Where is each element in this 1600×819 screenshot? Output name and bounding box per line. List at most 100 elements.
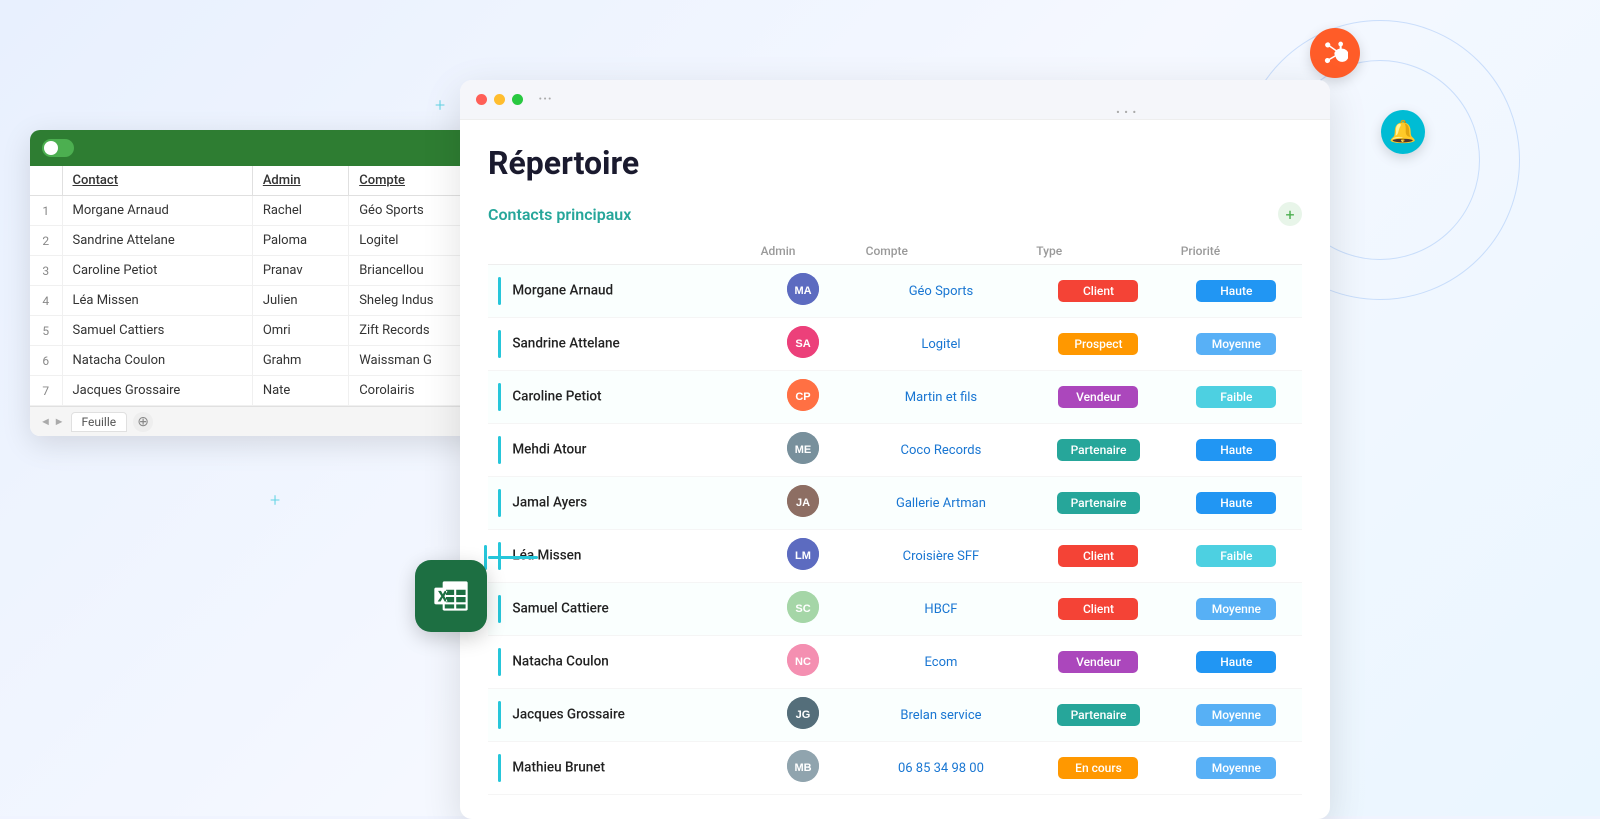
compte-link[interactable]: Martin et fils [905, 390, 977, 405]
contact-admin: JG [751, 689, 856, 742]
row-indicator [498, 489, 501, 517]
contact-type: Client [1026, 530, 1170, 583]
excel-table: Contact Admin Compte 1 Morgane Arnaud Ra… [30, 166, 490, 406]
priorite-badge: Haute [1196, 280, 1276, 302]
contact-type: Prospect [1026, 318, 1170, 371]
excel-sheet-tab[interactable]: Feuille [71, 412, 128, 432]
compte-link[interactable]: Ecom [925, 655, 958, 670]
contact-name-text: Morgane Arnaud [512, 283, 613, 299]
crm-window: ··· Répertoire Contacts principaux + Adm… [460, 80, 1330, 819]
contact-row[interactable]: Mathieu Brunet MB 06 85 34 98 00 En cour… [488, 742, 1302, 795]
col-priorite: Priorité [1171, 238, 1302, 265]
contact-compte[interactable]: Croisière SFF [856, 530, 1027, 583]
contact-compte[interactable]: Ecom [856, 636, 1027, 689]
excel-table-row: 6 Natacha Coulon Grahm Waissman G [30, 346, 490, 376]
contact-name-text: Samuel Cattiere [512, 601, 608, 617]
contact-priorite: Faible [1171, 530, 1302, 583]
compte-link[interactable]: Gallerie Artman [896, 496, 986, 511]
crm-titlebar: ··· [460, 80, 1330, 120]
contact-row[interactable]: Natacha Coulon NC Ecom Vendeur Haute [488, 636, 1302, 689]
svg-text:CP: CP [795, 391, 810, 403]
type-badge: Client [1058, 545, 1138, 567]
type-badge: Client [1058, 280, 1138, 302]
contact-admin: ME [751, 424, 856, 477]
add-contact-button[interactable]: + [1278, 202, 1302, 226]
contact-row[interactable]: Samuel Cattiere SC HBCF Client Moyenne [488, 583, 1302, 636]
row-admin: Grahm [252, 346, 348, 376]
contact-row[interactable]: Léa Missen LM Croisière SFF Client Faibl… [488, 530, 1302, 583]
excel-add-sheet[interactable]: ⊕ [133, 412, 153, 432]
contact-compte[interactable]: Logitel [856, 318, 1027, 371]
compte-link[interactable]: Brelan service [900, 708, 981, 723]
row-admin: Rachel [252, 196, 348, 226]
excel-titlebar [30, 130, 490, 166]
contact-compte[interactable]: HBCF [856, 583, 1027, 636]
contact-name: Mehdi Atour [488, 424, 751, 477]
crm-dot-red [476, 94, 487, 105]
contact-compte[interactable]: Géo Sports [856, 265, 1027, 318]
crm-content: Répertoire Contacts principaux + Admin C… [460, 120, 1330, 819]
col-compte: Compte [856, 238, 1027, 265]
excel-col-contact: Contact [62, 166, 252, 196]
row-indicator [498, 383, 501, 411]
contact-row[interactable]: Mehdi Atour ME Coco Records Partenaire H… [488, 424, 1302, 477]
contact-compte[interactable]: Brelan service [856, 689, 1027, 742]
compte-link[interactable]: Croisière SFF [903, 549, 980, 564]
svg-text:ME: ME [795, 444, 812, 456]
type-badge: En cours [1058, 757, 1138, 779]
contact-compte[interactable]: 06 85 34 98 00 [856, 742, 1027, 795]
contact-compte[interactable]: Gallerie Artman [856, 477, 1027, 530]
crm-more-dots[interactable]: ··· [1115, 100, 1140, 124]
row-contact: Samuel Cattiers [62, 316, 252, 346]
contact-type: Client [1026, 583, 1170, 636]
contact-name-text: Sandrine Attelane [512, 336, 619, 352]
contact-name: Mathieu Brunet [488, 742, 751, 795]
excel-table-row: 1 Morgane Arnaud Rachel Géo Sports [30, 196, 490, 226]
row-contact: Sandrine Attelane [62, 226, 252, 256]
contact-priorite: Haute [1171, 265, 1302, 318]
contact-type: Partenaire [1026, 689, 1170, 742]
contact-name: Jacques Grossaire [488, 689, 751, 742]
priorite-badge: Moyenne [1196, 704, 1276, 726]
compte-link[interactable]: Logitel [921, 337, 960, 352]
excel-table-row: 4 Léa Missen Julien Sheleg Indus [30, 286, 490, 316]
contact-name-text: Mehdi Atour [512, 442, 586, 458]
page-title: Répertoire [488, 144, 1302, 182]
compte-link[interactable]: 06 85 34 98 00 [898, 761, 984, 776]
svg-text:JG: JG [796, 709, 811, 721]
row-indicator [498, 277, 501, 305]
contact-row[interactable]: Jamal Ayers JA Gallerie Artman Partenair… [488, 477, 1302, 530]
row-num: 5 [30, 316, 62, 346]
section-title: Contacts principaux [488, 205, 631, 224]
contact-name: Caroline Petiot [488, 371, 751, 424]
excel-table-row: 3 Caroline Petiot Pranav Briancellou [30, 256, 490, 286]
excel-footer: ◄ ► Feuille ⊕ [30, 406, 490, 436]
contact-admin: LM [751, 530, 856, 583]
row-indicator [498, 648, 501, 676]
row-num: 1 [30, 196, 62, 226]
svg-text:MA: MA [795, 285, 812, 297]
compte-link[interactable]: Géo Sports [909, 284, 974, 299]
section-header: Contacts principaux + [488, 202, 1302, 226]
excel-table-row: 2 Sandrine Attelane Paloma Logitel [30, 226, 490, 256]
contact-row[interactable]: Morgane Arnaud MA Géo Sports Client Haut… [488, 265, 1302, 318]
svg-text:SC: SC [795, 603, 810, 615]
contact-compte[interactable]: Coco Records [856, 424, 1027, 477]
contact-row[interactable]: Sandrine Attelane SA Logitel Prospect Mo… [488, 318, 1302, 371]
contact-row[interactable]: Jacques Grossaire JG Brelan service Part… [488, 689, 1302, 742]
excel-col-num [30, 166, 62, 196]
row-indicator [498, 754, 501, 782]
contact-row[interactable]: Caroline Petiot CP Martin et fils Vendeu… [488, 371, 1302, 424]
priorite-badge: Haute [1196, 651, 1276, 673]
type-badge: Partenaire [1057, 492, 1141, 514]
contact-compte[interactable]: Martin et fils [856, 371, 1027, 424]
excel-badge-icon [415, 560, 487, 632]
contact-type: Vendeur [1026, 636, 1170, 689]
compte-link[interactable]: HBCF [924, 602, 957, 617]
row-num: 3 [30, 256, 62, 286]
excel-toggle[interactable] [42, 139, 74, 157]
priorite-badge: Haute [1196, 439, 1276, 461]
compte-link[interactable]: Coco Records [901, 443, 982, 458]
contact-priorite: Moyenne [1171, 742, 1302, 795]
contact-type: Partenaire [1026, 477, 1170, 530]
